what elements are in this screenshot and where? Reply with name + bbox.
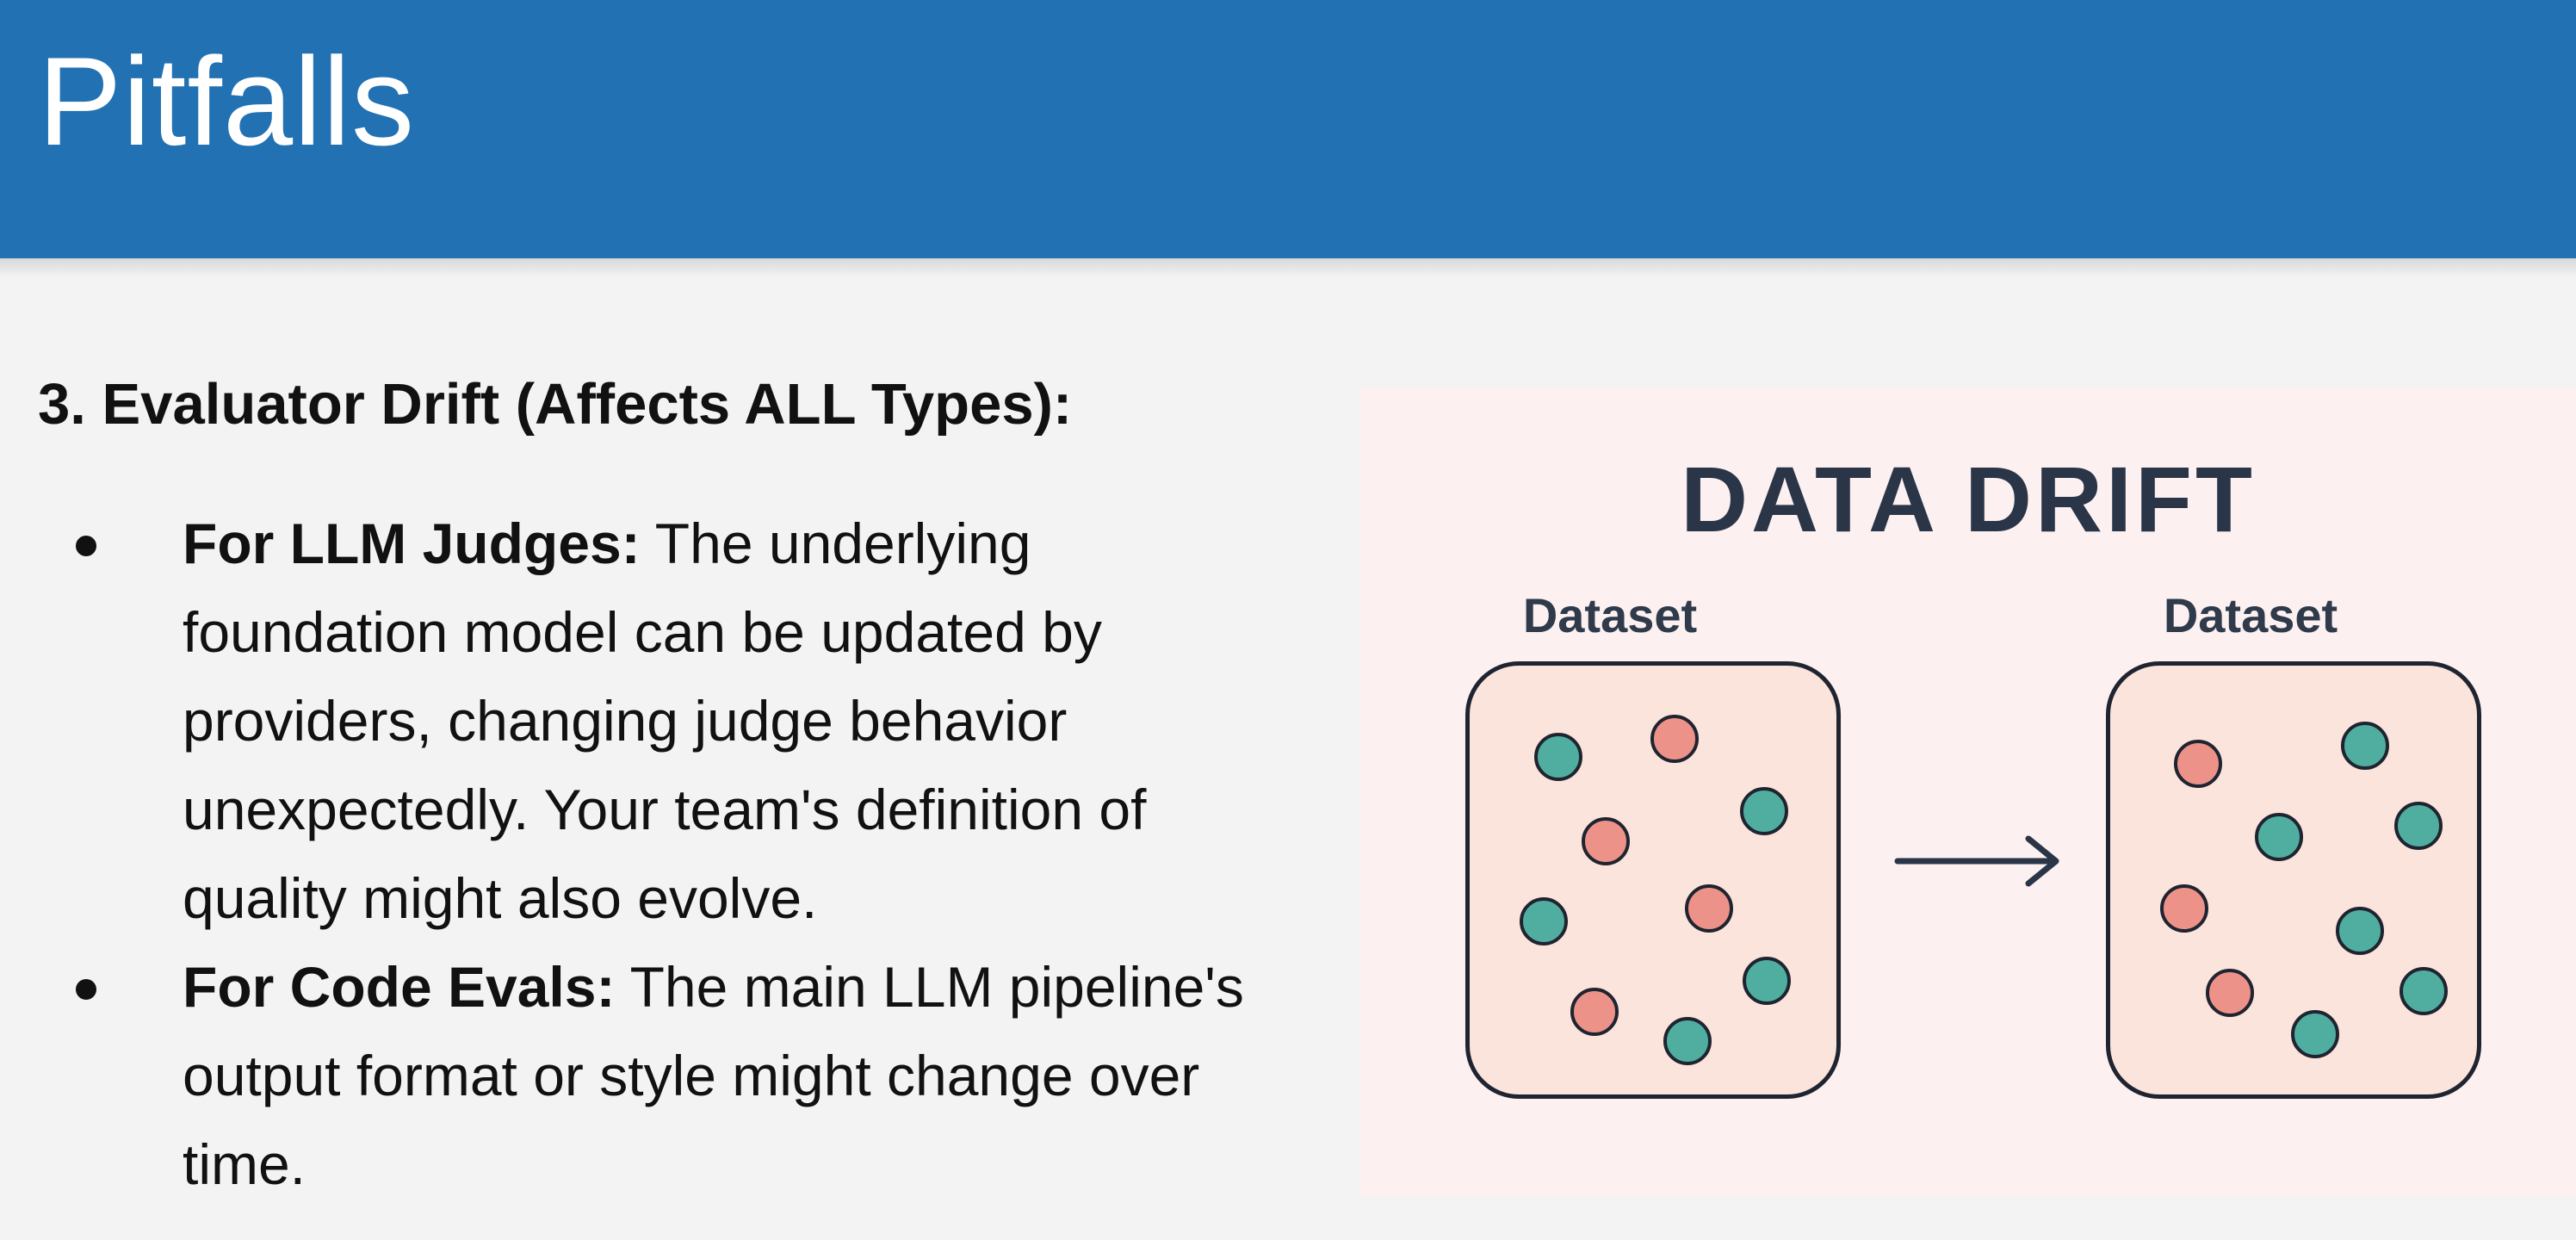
right-arrow-icon	[1894, 835, 2059, 887]
teal-dot	[2291, 1010, 2339, 1058]
title-bar-shadow	[0, 258, 2576, 277]
slide: Pitfalls 3. Evaluator Drift (Affects ALL…	[0, 0, 2576, 1240]
teal-dot	[2400, 967, 2448, 1015]
teal-dot	[2336, 907, 2384, 955]
bullet-heading: For Code Evals:	[183, 955, 616, 1019]
right-dataset-box	[2106, 661, 2481, 1099]
pink-dot	[1582, 817, 1630, 865]
teal-dot	[1740, 787, 1788, 835]
teal-dot	[1534, 733, 1582, 781]
teal-dot	[1743, 957, 1791, 1005]
bullet-llm-judges: For LLM Judges: The underlying foundatio…	[71, 499, 1293, 943]
teal-dot	[1663, 1017, 1712, 1065]
slide-title: Pitfalls	[38, 31, 416, 171]
pink-dot	[2174, 740, 2222, 788]
title-bar: Pitfalls	[0, 0, 2576, 258]
pink-dot	[1650, 715, 1699, 763]
data-drift-diagram: DATA DRIFT Dataset Dataset	[1360, 388, 2576, 1197]
teal-dot	[2255, 813, 2303, 861]
bullet-heading: For LLM Judges:	[183, 512, 641, 575]
pink-dot	[1685, 884, 1733, 933]
left-dataset-label: Dataset	[1522, 588, 1698, 642]
bullet-list: For LLM Judges: The underlying foundatio…	[71, 499, 1293, 1209]
section-heading: 3. Evaluator Drift (Affects ALL Types):	[38, 372, 1073, 437]
bullet-dot-icon	[76, 536, 96, 556]
bullet-dot-icon	[76, 979, 96, 1000]
teal-dot	[1520, 897, 1568, 946]
pink-dot	[2160, 884, 2208, 933]
diagram-title: DATA DRIFT	[1681, 447, 2256, 551]
teal-dot	[2341, 722, 2389, 770]
bullet-code-evals: For Code Evals: The main LLM pipeline's …	[71, 943, 1293, 1209]
pink-dot	[1570, 988, 1619, 1036]
left-dataset-box	[1465, 661, 1841, 1099]
pink-dot	[2206, 969, 2254, 1017]
right-dataset-label: Dataset	[2163, 588, 2338, 642]
teal-dot	[2394, 802, 2443, 850]
